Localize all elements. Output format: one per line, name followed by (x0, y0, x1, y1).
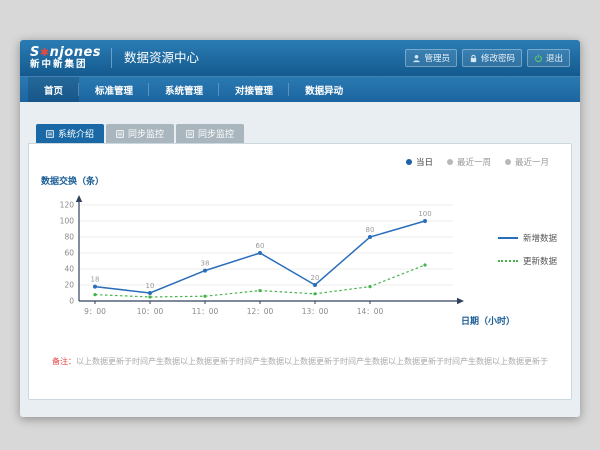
series-line-sample (498, 237, 518, 239)
data-label: 10 (146, 282, 155, 290)
series-legend-item-0[interactable]: 新增数据 (498, 232, 557, 244)
y-tick-label: 20 (64, 281, 74, 290)
x-axis-arrow-icon (457, 298, 464, 304)
data-point (93, 293, 96, 296)
y-tick-label: 100 (60, 217, 75, 226)
data-point (423, 263, 426, 266)
series-line-新增数据 (95, 221, 425, 293)
series-legend: 新增数据更新数据 (498, 232, 557, 278)
data-label: 38 (201, 260, 210, 268)
y-axis-arrow-icon (76, 195, 82, 202)
footnote-label: 备注： (52, 357, 76, 366)
range-legend: 当日 最近一周 最近一月 (406, 156, 549, 168)
chart-panel: 当日 最近一周 最近一月 数据交换（条） 0 20 40 60 80 100 120 9：00 10… (28, 143, 572, 400)
tab-doc-icon (116, 130, 124, 138)
legend-dot-icon (505, 159, 511, 165)
logout-label: 退出 (546, 52, 563, 64)
y-tick-label: 60 (64, 249, 74, 258)
header-actions: 管理员 修改密码 退出 (405, 49, 570, 67)
logo-star-icon: ✱ (40, 46, 50, 59)
data-point (258, 251, 262, 255)
y-tick-label: 40 (64, 265, 74, 274)
change-password-button[interactable]: 修改密码 (462, 49, 522, 67)
footnote: 备注：以上数据更新于时间产生数据以上数据更新于时间产生数据以上数据更新于时间产生… (39, 356, 561, 367)
line-chart: 0 20 40 60 80 100 120 9：00 10：00 11：00 12：00 13：00 1… (37, 189, 487, 324)
series-line-sample (498, 260, 518, 262)
tab-sync-monitor-1[interactable]: 同步监控 (106, 124, 174, 143)
footnote-text: 以上数据更新于时间产生数据以上数据更新于时间产生数据以上数据更新于时间产生数据以… (76, 357, 548, 366)
admin-button[interactable]: 管理员 (405, 49, 457, 67)
x-tick-label: 9：00 (84, 307, 106, 316)
logo-wordmark: S✱njones (30, 46, 101, 60)
nav-item-home[interactable]: 首页 (28, 77, 79, 102)
admin-label: 管理员 (424, 52, 450, 64)
data-point (368, 235, 372, 239)
data-label: 18 (91, 276, 100, 284)
y-tick-label: 120 (60, 201, 75, 210)
change-password-label: 修改密码 (481, 52, 515, 64)
data-point (368, 285, 371, 288)
data-label: 20 (311, 274, 320, 282)
tab-system-intro[interactable]: 系统介绍 (36, 124, 104, 143)
legend-last-month[interactable]: 最近一月 (505, 156, 549, 168)
data-point (313, 292, 316, 295)
data-label: 60 (256, 242, 265, 250)
tab-sync-monitor-2[interactable]: 同步监控 (176, 124, 244, 143)
x-tick-label: 14：00 (357, 307, 384, 316)
page-title: 数据资源中心 (111, 48, 199, 68)
series-legend-item-1[interactable]: 更新数据 (498, 255, 557, 267)
y-tick-label: 80 (64, 233, 74, 242)
data-point (148, 291, 152, 295)
nav-item-data-change[interactable]: 数据异动 (289, 77, 359, 102)
y-axis-title: 数据交换（条） (41, 174, 104, 187)
x-axis-title: 日期（小时） (461, 314, 515, 327)
data-point (203, 295, 206, 298)
legend-today[interactable]: 当日 (406, 156, 433, 168)
tab-doc-icon (46, 130, 54, 138)
nav-item-standards[interactable]: 标准管理 (79, 77, 149, 102)
data-point (203, 269, 207, 273)
x-tick-label: 13：00 (302, 307, 329, 316)
user-icon (412, 54, 421, 63)
main-nav: 首页标准管理系统管理对接管理数据异动 (20, 76, 580, 102)
x-tick-label: 12：00 (247, 307, 274, 316)
tab-bar: 系统介绍同步监控同步监控 (28, 124, 572, 143)
legend-dot-icon (447, 159, 453, 165)
app-logo: S✱njones 新中新集团 (30, 46, 101, 71)
power-icon (534, 54, 543, 63)
lock-icon (469, 54, 478, 63)
tab-doc-icon (186, 130, 194, 138)
content-area: 系统介绍同步监控同步监控 当日最近一周最近一月 数据交换（条） 02040608… (20, 102, 580, 400)
data-label: 100 (418, 210, 431, 218)
legend-dot-icon (406, 159, 412, 165)
nav-item-integration[interactable]: 对接管理 (219, 77, 289, 102)
logout-button[interactable]: 退出 (527, 49, 570, 67)
x-tick-label: 11：00 (192, 307, 219, 316)
nav-item-system[interactable]: 系统管理 (149, 77, 219, 102)
app-header: S✱njones 新中新集团 数据资源中心 管理员 修改密码 退出 (20, 40, 580, 76)
data-point (148, 295, 151, 298)
legend-last-week[interactable]: 最近一周 (447, 156, 491, 168)
data-point (258, 289, 261, 292)
logo-subtitle: 新中新集团 (30, 60, 101, 70)
data-point (423, 219, 427, 223)
y-tick-label: 0 (69, 297, 74, 306)
data-label: 80 (366, 226, 375, 234)
data-point (313, 283, 317, 287)
data-point (93, 285, 97, 289)
x-tick-label: 10：00 (137, 307, 164, 316)
app-window: S✱njones 新中新集团 数据资源中心 管理员修改密码退出 首页标准管理系统… (20, 40, 580, 417)
